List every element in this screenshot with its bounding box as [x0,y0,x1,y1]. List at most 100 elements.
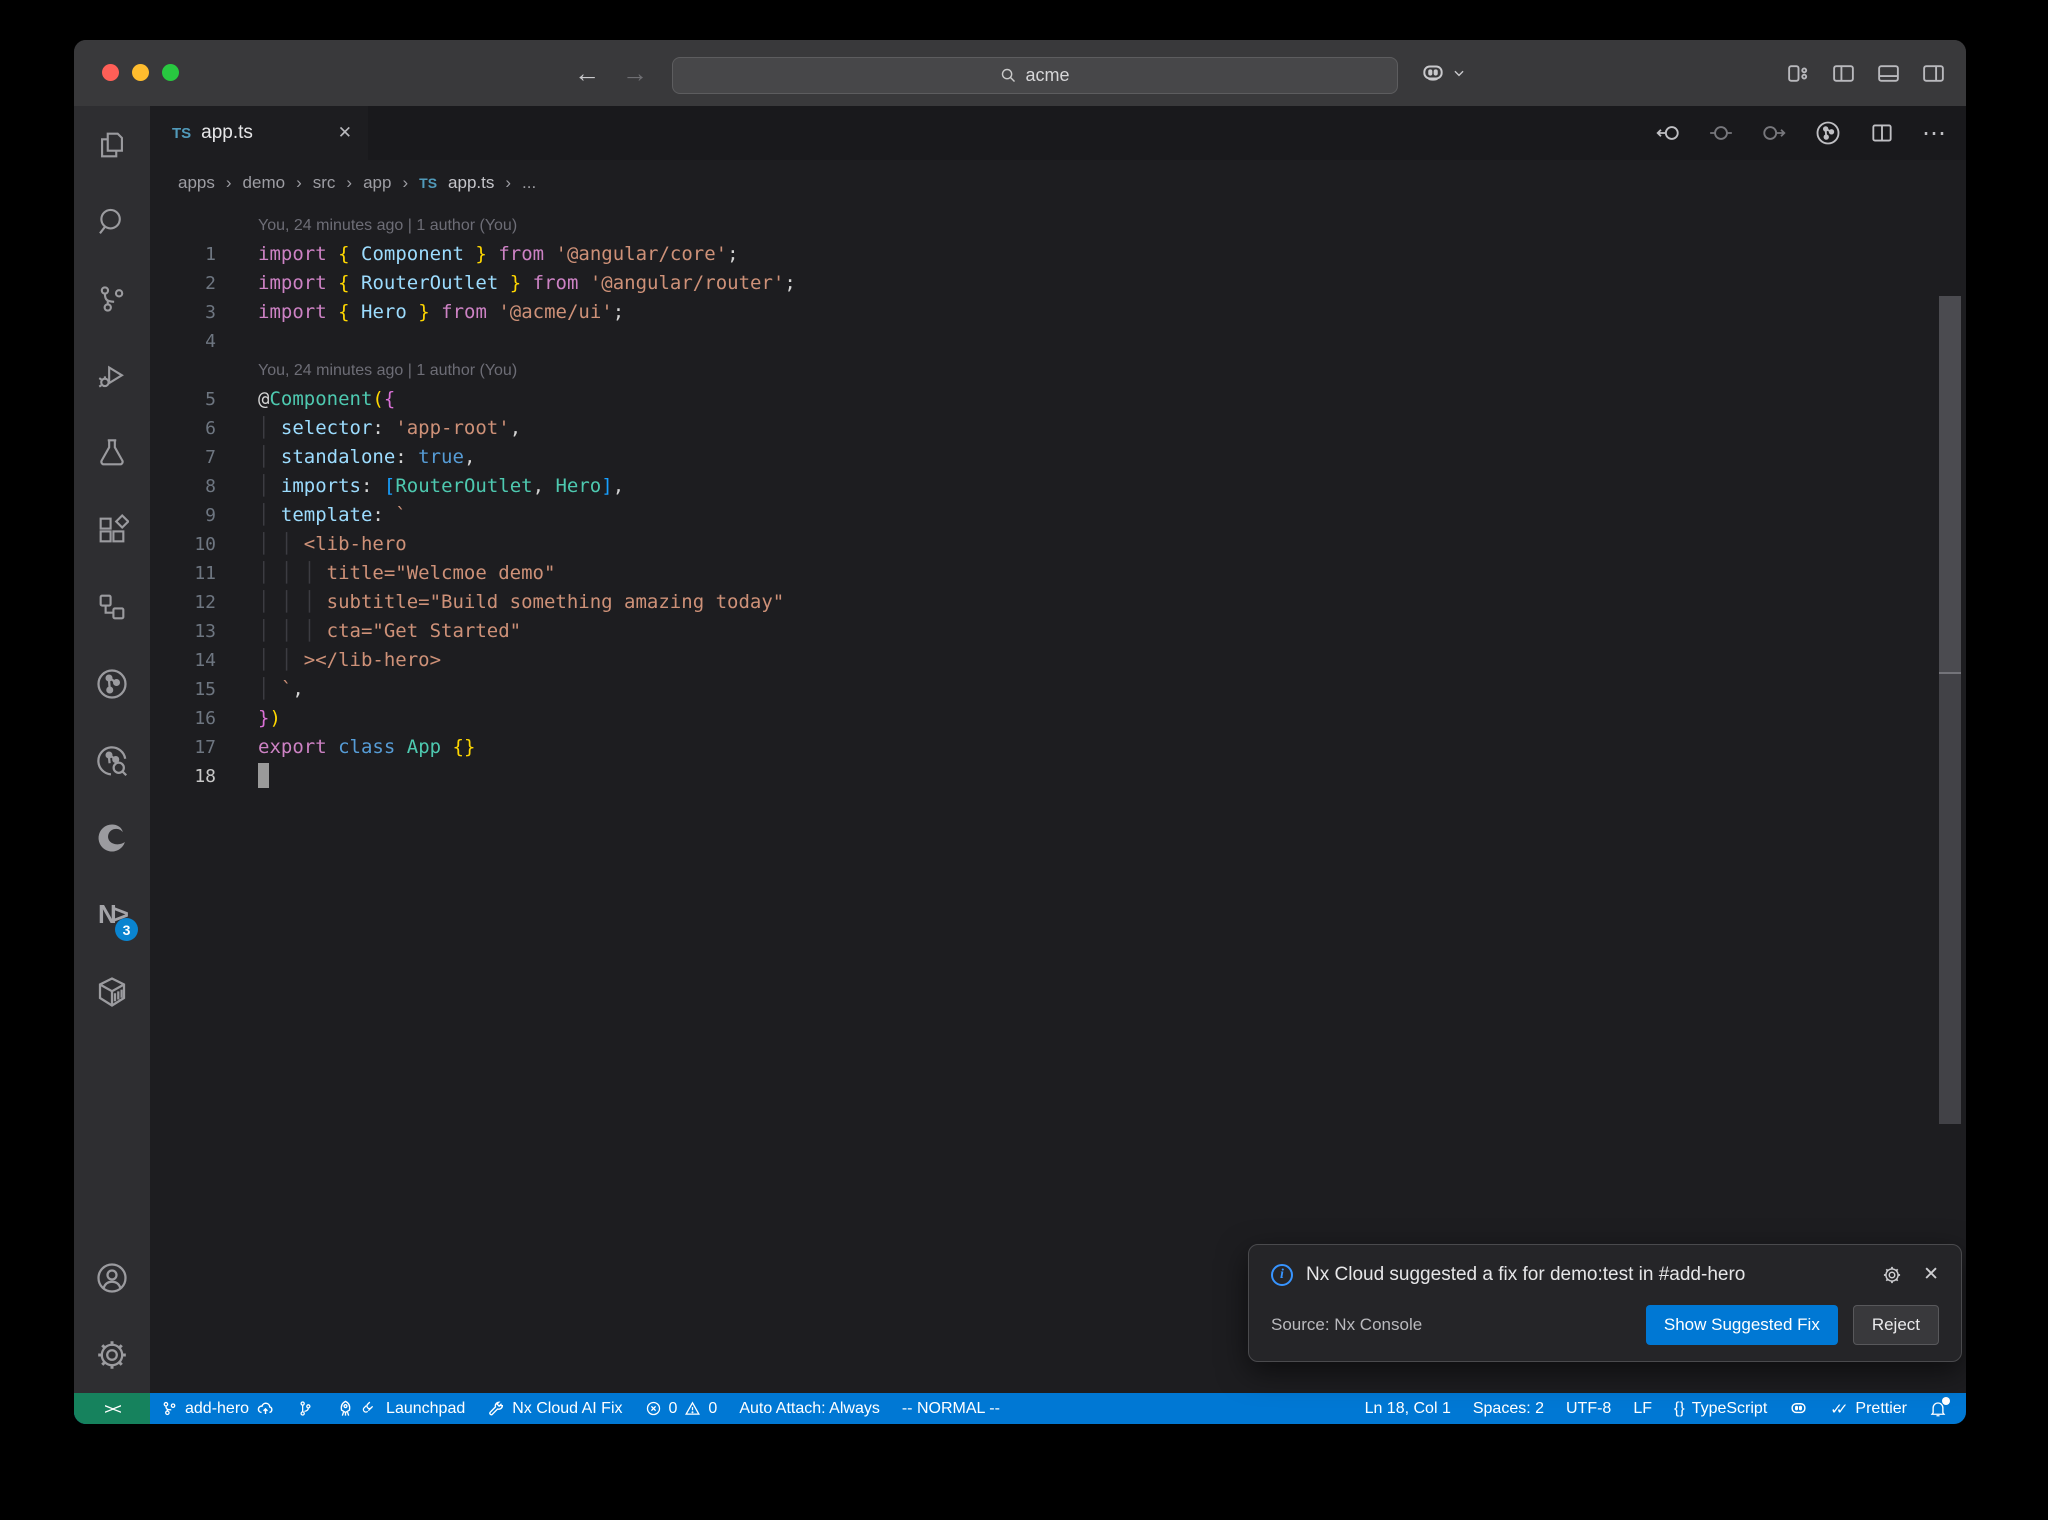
code-line-17[interactable]: 17 export class App {} [150,733,1966,762]
nx-graph-action-icon[interactable] [1814,119,1842,147]
eol-status[interactable]: LF [1622,1393,1663,1424]
typescript-file-icon: TS [172,124,192,142]
problems-status[interactable]: 0 0 [634,1393,729,1424]
code-line-10[interactable]: 10 │ │ <lib-hero [150,530,1966,559]
chevron-down-icon[interactable] [1452,66,1466,80]
toast-title: Nx Cloud suggested a fix for demo:test i… [1306,1263,1746,1285]
breadcrumb-separator: › [505,173,512,192]
tab-app-ts[interactable]: TS app.ts ✕ [150,106,368,160]
step-back-icon[interactable] [1655,120,1681,146]
sidebar-item-search[interactable] [74,183,150,260]
sidebar-item-references[interactable] [74,568,150,645]
graph-circle-icon [94,666,130,702]
code-line-8[interactable]: 8 │ imports: [RouterOutlet, Hero], [150,472,1966,501]
code-line-18[interactable]: 18 [150,762,1966,791]
code-line-13[interactable]: 13 │ │ │ cta="Get Started" [150,617,1966,646]
link-icon [362,1400,379,1417]
minimize-window-button[interactable] [132,64,149,81]
tab-bar: TS app.ts ✕ ⋯ [150,106,1966,160]
sidebar-item-containers[interactable] [74,953,150,1030]
code-line-7[interactable]: 7 │ standalone: true, [150,443,1966,472]
sidebar-item-edge-browser[interactable] [74,799,150,876]
code-line-11[interactable]: 11 │ │ │ title="Welcmoe demo" [150,559,1966,588]
commit-graph-button[interactable] [286,1393,325,1424]
line-number: 14 [194,650,216,671]
breadcrumb-item[interactable]: app [363,173,391,193]
language-mode-status[interactable]: {} TypeScript [1663,1393,1778,1424]
breadcrumb-overflow[interactable]: ... [522,173,536,193]
cursor-position-status[interactable]: Ln 18, Col 1 [1354,1393,1462,1424]
code-line-12[interactable]: 12 │ │ │ subtitle="Build something amazin… [150,588,1966,617]
tab-label: app.ts [201,122,253,143]
close-window-button[interactable] [102,64,119,81]
double-check-icon: ✓✓ [1830,1400,1848,1418]
code-line-14[interactable]: 14 │ │ ></lib-hero> [150,646,1966,675]
accounts-button[interactable] [74,1239,150,1316]
code-line-9[interactable]: 9 │ template: ` [150,501,1966,530]
copilot-icon[interactable] [1420,60,1446,86]
more-actions-icon[interactable]: ⋯ [1922,119,1946,148]
toast-settings-gear-icon[interactable] [1881,1264,1903,1286]
sidebar-item-run-debug[interactable] [74,337,150,414]
reject-button[interactable]: Reject [1852,1305,1939,1345]
code-line-16[interactable]: 16}) [150,704,1966,733]
settings-button[interactable] [74,1316,150,1393]
sidebar-item-extensions[interactable] [74,491,150,568]
scrollbar[interactable] [1939,296,1961,1124]
command-center-search[interactable]: acme [672,57,1398,94]
auto-attach-status[interactable]: Auto Attach: Always [728,1393,891,1424]
show-suggested-fix-button[interactable]: Show Suggested Fix [1645,1305,1838,1345]
toast-close-icon[interactable]: ✕ [1923,1263,1939,1286]
navigate-forward-button[interactable]: → [622,58,648,89]
code-editor[interactable]: You, 24 minutes ago | 1 author (You) 1 imp… [150,206,1966,1393]
gear-icon [94,1337,130,1373]
toast-source: Source: Nx Console [1271,1315,1423,1334]
sidebar-item-nx-console[interactable]: N> 3 [74,876,150,953]
code-line-2[interactable]: 2 import { RouterOutlet } from '@angular/… [150,269,1966,298]
vim-mode-status[interactable]: -- NORMAL -- [891,1393,1011,1424]
sidebar-item-testing[interactable] [74,414,150,491]
launchpad-button[interactable]: Launchpad [325,1393,476,1424]
code-line-3[interactable]: 3 import { Hero } from '@acme/ui'; [150,298,1966,327]
code-line-4[interactable]: 4 [150,327,1966,356]
code-line-1[interactable]: 1 import { Component } from '@angular/cor… [150,240,1966,269]
bell-icon [1929,1396,1950,1418]
customize-layout-icon[interactable] [1786,61,1811,86]
breadcrumb-item[interactable]: src [313,173,336,193]
toggle-panel-icon[interactable] [1876,61,1901,86]
titlebar: ← → acme [74,40,1966,106]
breadcrumb-file[interactable]: app.ts [448,173,494,193]
navigate-back-button[interactable]: ← [574,58,600,89]
zoom-window-button[interactable] [162,64,179,81]
close-tab-icon[interactable]: ✕ [338,123,352,143]
code-line-15[interactable]: 15 │ `, [150,675,1966,704]
nx-cloud-ai-fix-button[interactable]: Nx Cloud AI Fix [476,1393,633,1424]
blame-annotation: You, 24 minutes ago | 1 author (You) [258,217,518,234]
status-bar: >< add-hero Launchpad Nx Cloud AI Fix 0 … [74,1393,1966,1424]
sidebar-item-nx-graph-search[interactable] [74,722,150,799]
remote-indicator[interactable]: >< [74,1393,150,1424]
code-line-6[interactable]: 6 │ selector: 'app-root', [150,414,1966,443]
breadcrumb-item[interactable]: demo [243,173,286,193]
toggle-secondary-sidebar-icon[interactable] [1921,61,1946,86]
search-icon [95,205,129,239]
line-number: 9 [205,505,216,526]
sidebar-item-explorer[interactable] [74,106,150,183]
activity-bar: N> 3 [74,106,150,1393]
record-position-icon[interactable] [1708,120,1734,146]
publish-cloud-icon [256,1399,275,1418]
prettier-status[interactable]: ✓✓ Prettier [1819,1393,1918,1424]
indentation-status[interactable]: Spaces: 2 [1462,1393,1555,1424]
git-branch-status[interactable]: add-hero [150,1393,286,1424]
notifications-bell[interactable] [1918,1393,1958,1424]
code-line-5[interactable]: 5 @Component({ [150,385,1966,414]
copilot-status[interactable] [1778,1393,1819,1424]
step-forward-icon[interactable] [1761,120,1787,146]
split-editor-icon[interactable] [1869,120,1895,146]
line-number: 7 [205,447,216,468]
sidebar-item-source-control[interactable] [74,260,150,337]
encoding-status[interactable]: UTF-8 [1555,1393,1622,1424]
sidebar-item-nx-graph[interactable] [74,645,150,722]
toggle-primary-sidebar-icon[interactable] [1831,61,1856,86]
breadcrumb-item[interactable]: apps [178,173,215,193]
